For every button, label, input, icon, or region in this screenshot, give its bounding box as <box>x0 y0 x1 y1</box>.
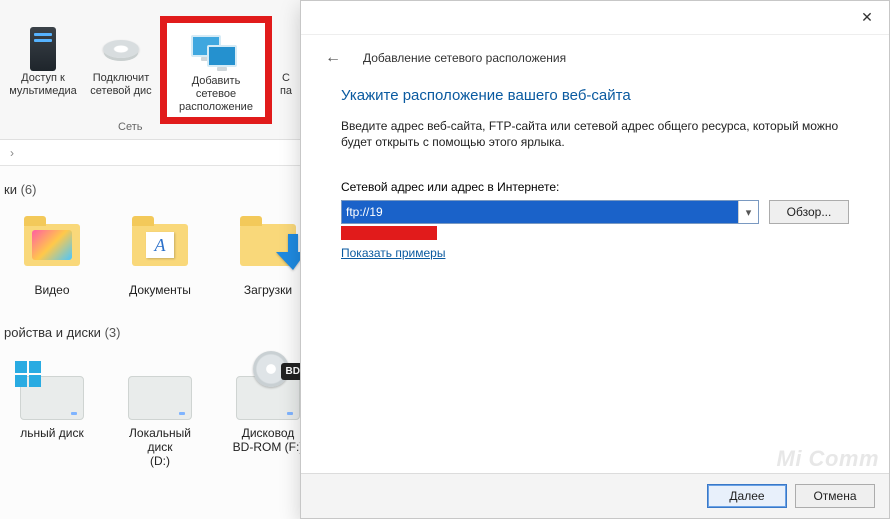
item-label: Локальный диск <box>129 426 191 454</box>
item-label: Дисковод <box>242 426 295 440</box>
ribbon-label: сетевой дис <box>90 85 151 98</box>
device-local-disk-d[interactable]: Локальный диск (D:) <box>118 356 202 468</box>
monitors-icon <box>191 35 241 69</box>
close-icon: ✕ <box>861 9 873 26</box>
item-label: (D:) <box>150 454 170 468</box>
folder-documents[interactable]: Документы <box>118 213 202 297</box>
dialog-footer: Далее Отмена <box>301 473 889 518</box>
button-label: Обзор... <box>787 205 832 219</box>
show-examples-link[interactable]: Показать примеры <box>341 246 445 260</box>
redacted-region <box>341 226 437 240</box>
ribbon-label: мультимедиа <box>9 85 77 98</box>
add-network-location-dialog: ✕ ← Добавление сетевого расположения Ука… <box>300 0 890 519</box>
next-button[interactable]: Далее <box>707 484 787 508</box>
section-count: (3) <box>105 325 121 340</box>
item-label: Видео <box>10 283 94 297</box>
device-local-disk-c[interactable]: льный диск <box>10 356 94 468</box>
chevron-down-icon[interactable]: ▾ <box>738 201 758 223</box>
item-label: льный диск <box>20 426 84 440</box>
ribbon-map-drive[interactable]: Подключит сетевой дис <box>82 26 160 100</box>
folder-icon <box>240 224 296 266</box>
folder-video[interactable]: Видео <box>10 213 94 297</box>
ribbon-cut-button[interactable]: С па <box>272 26 300 100</box>
item-label: Загрузки <box>226 283 310 297</box>
close-button[interactable]: ✕ <box>845 1 889 34</box>
button-label: Далее <box>729 489 764 503</box>
ribbon-media-access[interactable]: Доступ к мультимедиа <box>4 26 82 100</box>
ribbon-label: Доступ к <box>9 72 77 85</box>
ribbon-label: Добавить сетевое <box>171 75 261 101</box>
address-input[interactable] <box>342 201 738 223</box>
drive-icon: BD <box>236 376 300 420</box>
dialog-body: Укажите расположение вашего веб-сайта Вв… <box>301 79 889 473</box>
folder-icon <box>24 224 80 266</box>
dialog-header: ← Добавление сетевого расположения <box>301 35 889 79</box>
device-bdrom[interactable]: BD Дисковод BD-ROM (F:) <box>226 356 310 468</box>
ribbon-label: Подключит <box>90 72 151 85</box>
section-title: ройства и диски <box>4 325 101 340</box>
ribbon-group-label: Сеть <box>118 121 142 133</box>
ribbon-label: па <box>280 85 292 98</box>
dialog-instruction: Введите адрес веб-сайта, FTP-сайта или с… <box>341 118 849 150</box>
back-arrow-icon: ← <box>325 49 341 66</box>
address-label: Сетевой адрес или адрес в Интернете: <box>341 180 849 194</box>
section-count: (6) <box>21 182 37 197</box>
drive-icon <box>20 376 84 420</box>
link-label: Показать примеры <box>341 246 445 260</box>
address-combobox[interactable]: ▾ <box>341 200 759 224</box>
ribbon-label: расположение <box>171 101 261 114</box>
server-icon <box>30 27 56 71</box>
cancel-button[interactable]: Отмена <box>795 484 875 508</box>
back-button[interactable]: ← <box>319 45 347 71</box>
dialog-heading: Укажите расположение вашего веб-сайта <box>341 87 849 104</box>
chevron-right-icon: › <box>6 146 18 160</box>
ribbon-label: С <box>280 72 292 85</box>
ribbon-highlight: Добавить сетевое расположение <box>160 16 272 124</box>
section-title: ки <box>4 182 17 197</box>
browse-button[interactable]: Обзор... <box>769 200 849 224</box>
drive-icon <box>103 40 139 58</box>
dialog-titlebar: ✕ <box>301 1 889 35</box>
wizard-title: Добавление сетевого расположения <box>363 51 566 65</box>
windows-badge-icon <box>15 361 43 389</box>
folder-icon <box>132 224 188 266</box>
item-label: Документы <box>118 283 202 297</box>
ribbon-add-network-location[interactable]: Добавить сетевое расположение <box>169 25 263 116</box>
button-label: Отмена <box>813 489 856 503</box>
drive-icon <box>128 376 192 420</box>
folder-downloads[interactable]: Загрузки <box>226 213 310 297</box>
item-label: BD-ROM (F:) <box>233 440 304 454</box>
